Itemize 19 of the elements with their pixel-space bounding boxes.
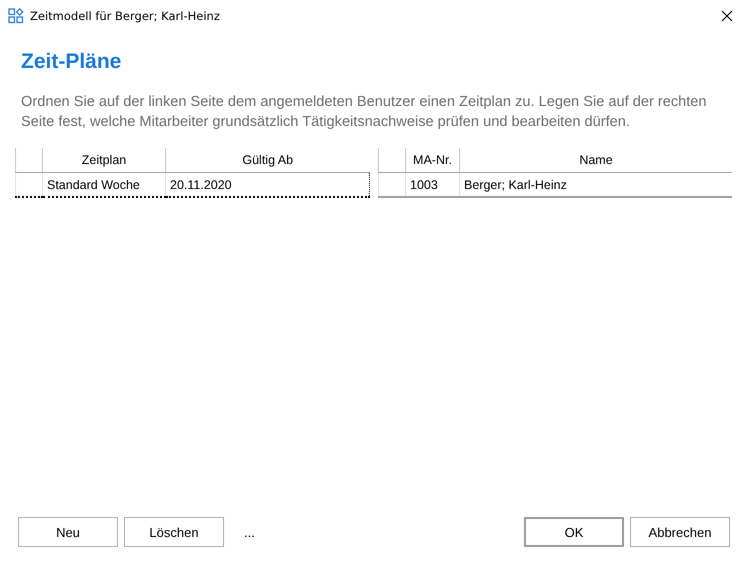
column-header[interactable]: Gültig Ab <box>166 148 370 172</box>
column-header[interactable]: Zeitplan <box>42 148 166 172</box>
table-cell: 1003 <box>406 172 460 197</box>
table-cell: Berger; Karl-Heinz <box>460 172 732 197</box>
table-cell: Standard Woche <box>42 172 166 197</box>
table-cell: 20.11.2020 <box>166 172 370 197</box>
close-icon[interactable] <box>721 10 733 22</box>
app-icon <box>8 8 24 24</box>
dialog-button[interactable]: Löschen <box>124 517 224 547</box>
ellipsis-text: ... <box>244 524 255 540</box>
dialog-button[interactable]: Abbrechen <box>630 517 730 547</box>
window-title: Zeitmodell für Berger; Karl-Heinz <box>30 9 220 23</box>
dialog-button[interactable]: Neu <box>18 517 118 547</box>
row-header[interactable] <box>16 172 42 197</box>
description-text: Ordnen Sie auf der linken Seite dem angemeldeten Benutzer einen Zeitplan zu. Legen Sie auf der rechten Seite fest, welche Mitarbeiter grundsätzlich Tätigkeitsnachweise prüfen und bearbeiten dürfen. <box>21 93 708 132</box>
page-heading: Zeit-Pläne <box>21 50 122 74</box>
column-header[interactable]: Name <box>460 148 732 172</box>
dialog-button[interactable]: OK <box>524 517 624 547</box>
column-header[interactable]: MA-Nr. <box>406 148 460 172</box>
